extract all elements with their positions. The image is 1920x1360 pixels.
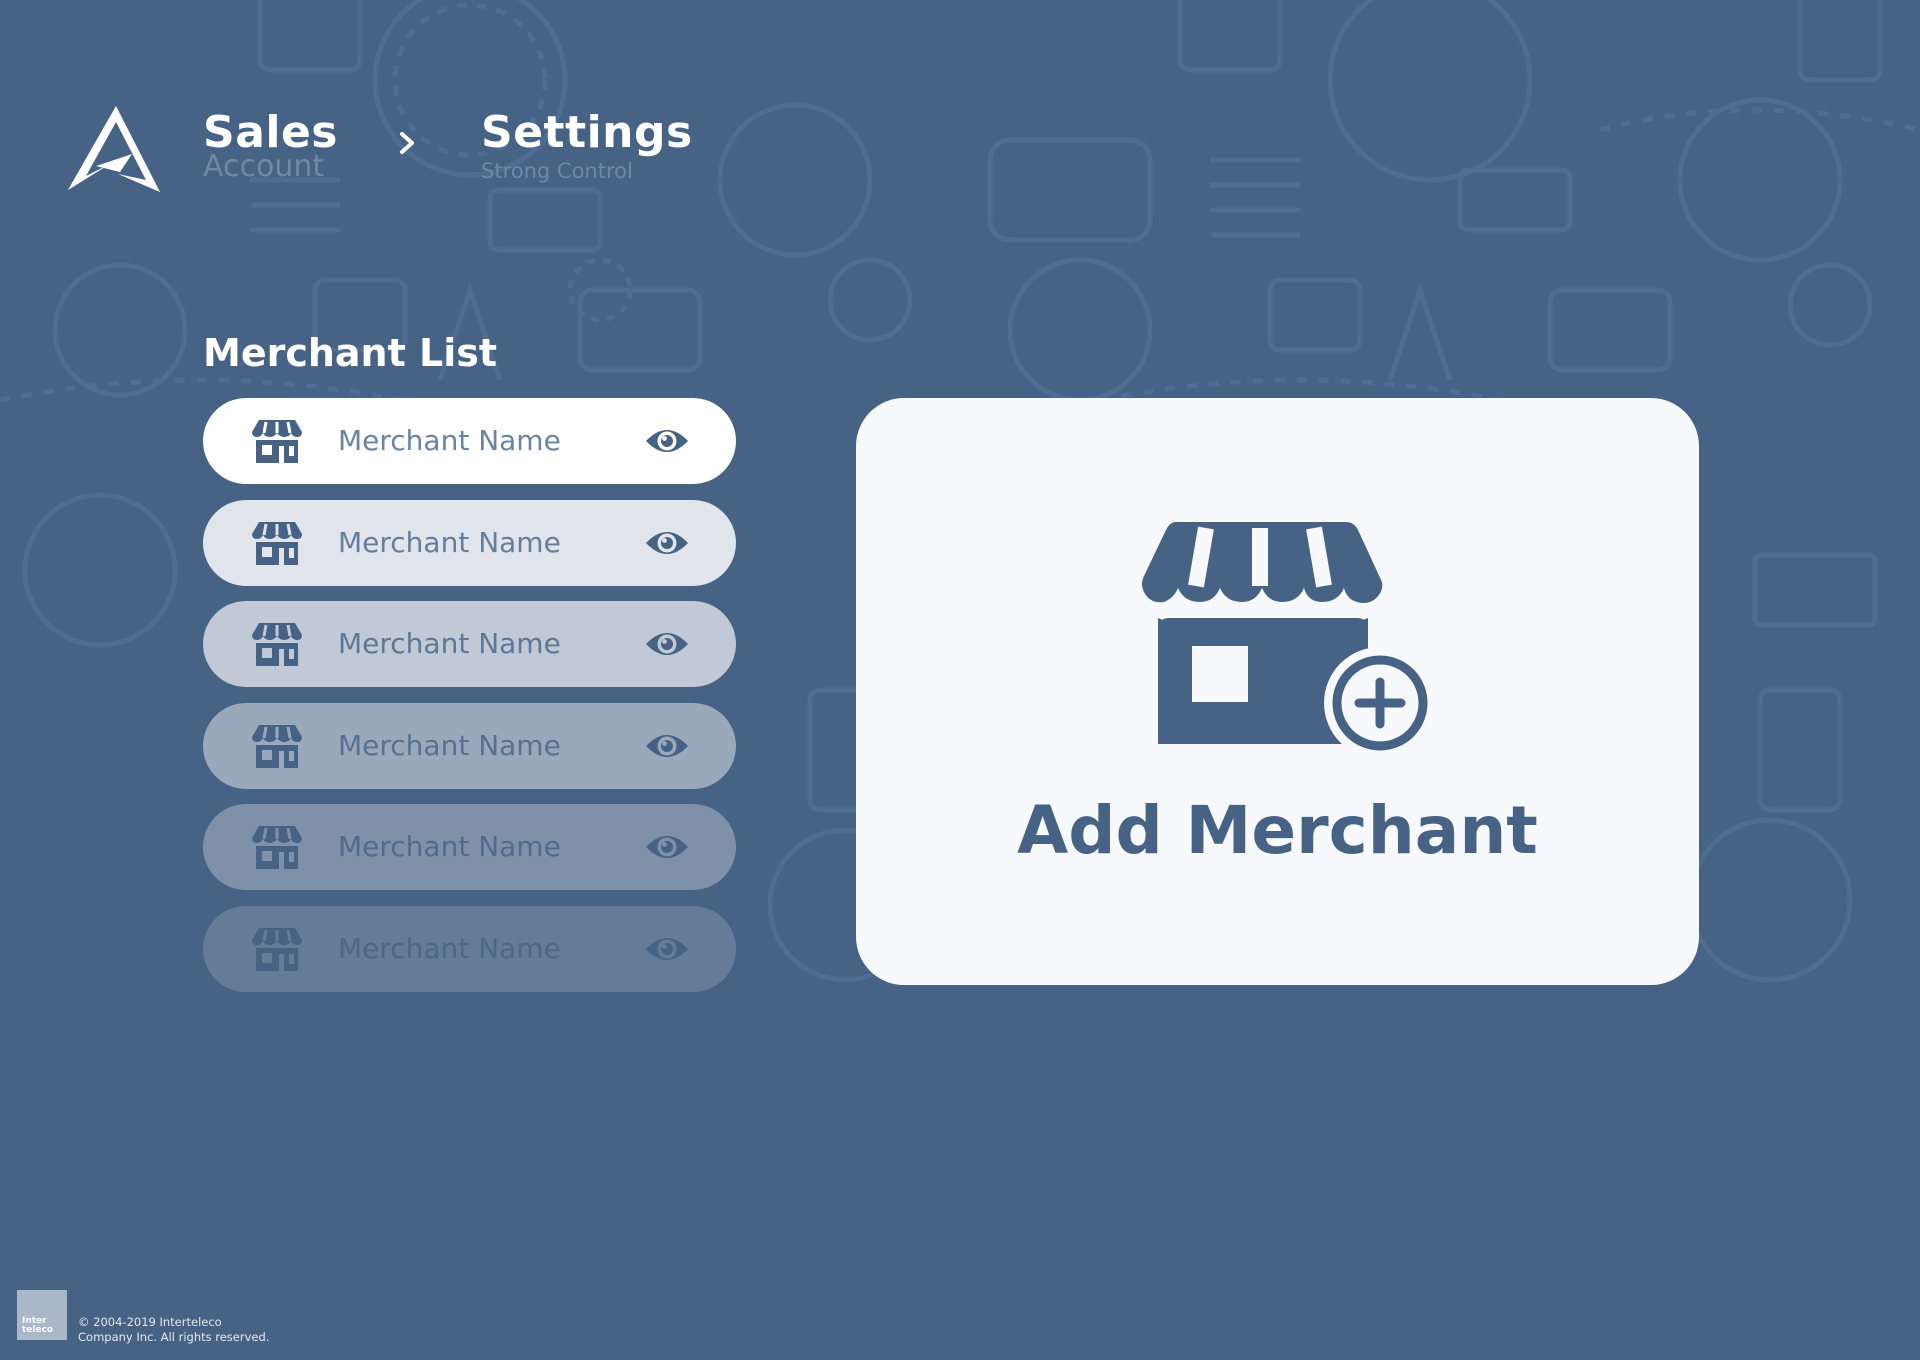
breadcrumb-subtitle: Account [203,149,325,184]
company-logo: Inter teleco [17,1290,67,1340]
copyright-line-1: © 2004-2019 Interteleco [78,1315,222,1329]
merchant-list-title: Merchant List [203,331,498,375]
breadcrumb-subtitle: Strong Control [481,159,633,183]
merchant-list-item[interactable]: Merchant Name [203,601,736,687]
eye-icon[interactable] [644,933,690,965]
store-icon [252,928,302,971]
merchant-list-item[interactable]: Merchant Name [203,703,736,789]
breadcrumb-sales[interactable]: Sales Account [203,108,338,182]
merchant-list-item[interactable]: Merchant Name [203,804,736,890]
company-logo-text: Inter teleco [22,1316,54,1335]
store-icon [252,725,302,768]
store-add-icon [1142,522,1428,752]
eye-icon[interactable] [644,831,690,863]
merchant-name: Merchant Name [338,526,561,559]
store-icon [252,623,302,666]
merchant-name: Merchant Name [338,627,561,660]
add-merchant-label: Add Merchant [1017,792,1538,869]
eye-icon[interactable] [644,425,690,457]
store-icon [252,420,302,463]
app-logo-icon [68,106,160,192]
store-icon [252,826,302,869]
merchant-list-item[interactable]: Merchant Name [203,906,736,992]
copyright: © 2004-2019 Interteleco Company Inc. All… [78,1315,269,1345]
chevron-right-icon [400,132,414,154]
merchant-name: Merchant Name [338,932,561,965]
breadcrumb-title: Settings [481,107,693,158]
add-merchant-button[interactable]: Add Merchant [856,398,1699,985]
store-icon [252,522,302,565]
merchant-name: Merchant Name [338,424,561,457]
breadcrumb-settings[interactable]: Settings Strong Control [481,108,693,186]
merchant-list-item[interactable]: Merchant Name [203,500,736,586]
copyright-line-2: Company Inc. All rights reserved. [78,1330,270,1344]
eye-icon[interactable] [644,527,690,559]
merchant-name: Merchant Name [338,729,561,762]
eye-icon[interactable] [644,730,690,762]
eye-icon[interactable] [644,628,690,660]
merchant-name: Merchant Name [338,830,561,863]
merchant-list-item[interactable]: Merchant Name [203,398,736,484]
